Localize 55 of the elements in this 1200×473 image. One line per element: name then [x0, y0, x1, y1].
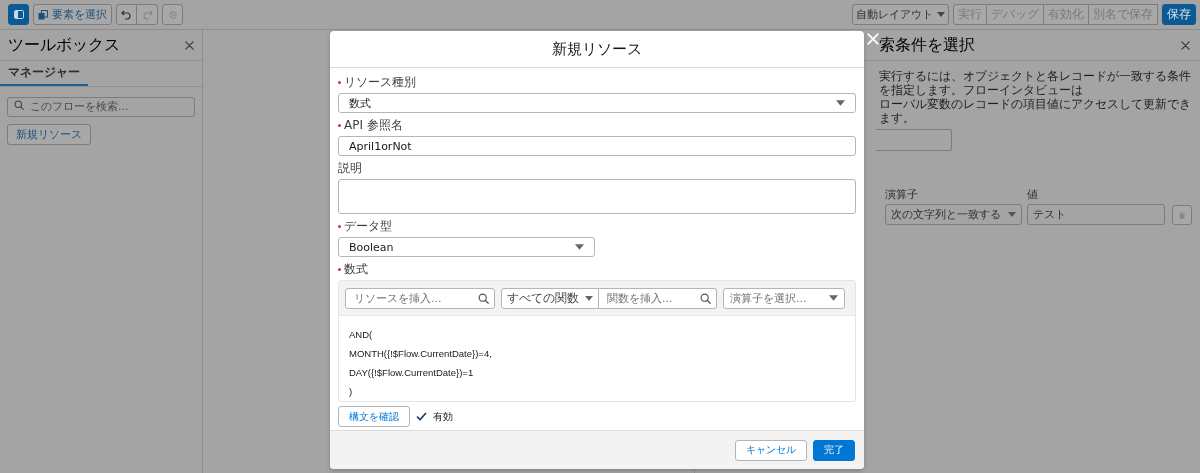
search-icon	[14, 100, 24, 110]
field-label: データ型	[344, 218, 392, 235]
caret-icon	[575, 244, 584, 250]
modal-title: 新規リソース	[552, 39, 642, 59]
dropdown[interactable]: 数式	[338, 93, 856, 113]
dropdown[interactable]: Boolean	[338, 237, 595, 257]
function-filter-dropdown[interactable]: すべての関数	[501, 287, 599, 309]
validation-text: 有効	[433, 409, 453, 424]
formula-editor[interactable]: AND( MONTH({!$Flow.CurrentDate})=4, DAY({!$Flow.CurrentDate})=1 )	[339, 316, 855, 401]
close-icon[interactable]	[1181, 40, 1190, 50]
done-button[interactable]: 完了	[813, 439, 855, 461]
field-label: 値	[1027, 187, 1039, 202]
cancel-button[interactable]: キャンセル	[735, 439, 807, 461]
field-label: API 参照名	[344, 117, 403, 134]
caret-icon	[829, 295, 838, 301]
select-elements-button[interactable]: 要素を選択	[33, 4, 112, 25]
function-search-field[interactable]: 関数を挿入...	[599, 287, 717, 309]
textarea-field[interactable]	[338, 179, 856, 214]
tab[interactable]: マネージャー	[0, 61, 88, 86]
operator-dropdown[interactable]: 演算子を選択...	[723, 287, 845, 309]
field-label: 説明	[338, 160, 362, 177]
trash-icon	[1179, 210, 1185, 220]
search-icon	[700, 292, 711, 304]
search-field[interactable]: このフローを検索...	[7, 96, 196, 117]
value-field[interactable]: テスト	[1027, 204, 1165, 225]
panel-title: 索条件を選択	[879, 34, 975, 56]
toolbox-toggle-button[interactable]	[8, 4, 29, 25]
input-field[interactable]	[876, 129, 952, 151]
caret-icon	[1008, 212, 1016, 217]
gear-icon	[167, 9, 178, 20]
delete-button[interactable]	[1172, 205, 1192, 225]
text-field[interactable]: April1orNot	[338, 136, 856, 156]
redo-icon	[141, 9, 153, 20]
panel-icon	[13, 10, 24, 19]
description-text: ローバル変数のレコードの項目値にアクセスして更新できます。	[879, 97, 1192, 125]
description-text: 実行するには、オブジェクトと各レコードが一致する条件を指定します。フローインタビューは	[879, 69, 1192, 97]
field-label: 数式	[344, 261, 368, 278]
field-label: リソース種別	[344, 74, 416, 91]
copy-icon	[38, 9, 48, 20]
close-icon[interactable]	[185, 40, 195, 50]
undo-icon	[121, 9, 132, 20]
caret-icon	[836, 100, 845, 106]
caret-icon	[585, 295, 593, 301]
field-label: 演算子	[885, 187, 919, 202]
close-button[interactable]	[867, 33, 879, 45]
layout-select[interactable]: 自動レイアウト	[852, 4, 949, 25]
new-resource-button[interactable]: 新規リソース	[7, 124, 91, 145]
operator-dropdown[interactable]: 次の文字列と一致する	[885, 204, 1022, 225]
resource-search-field[interactable]: リソースを挿入...	[345, 287, 495, 309]
caret-icon	[937, 12, 945, 17]
undo-button[interactable]	[116, 4, 137, 25]
panel-title: ツールボックス	[8, 34, 120, 56]
check-syntax-button[interactable]: 構文を確認	[338, 406, 410, 427]
save-button[interactable]: 保存	[1162, 4, 1196, 25]
search-icon	[478, 292, 489, 304]
